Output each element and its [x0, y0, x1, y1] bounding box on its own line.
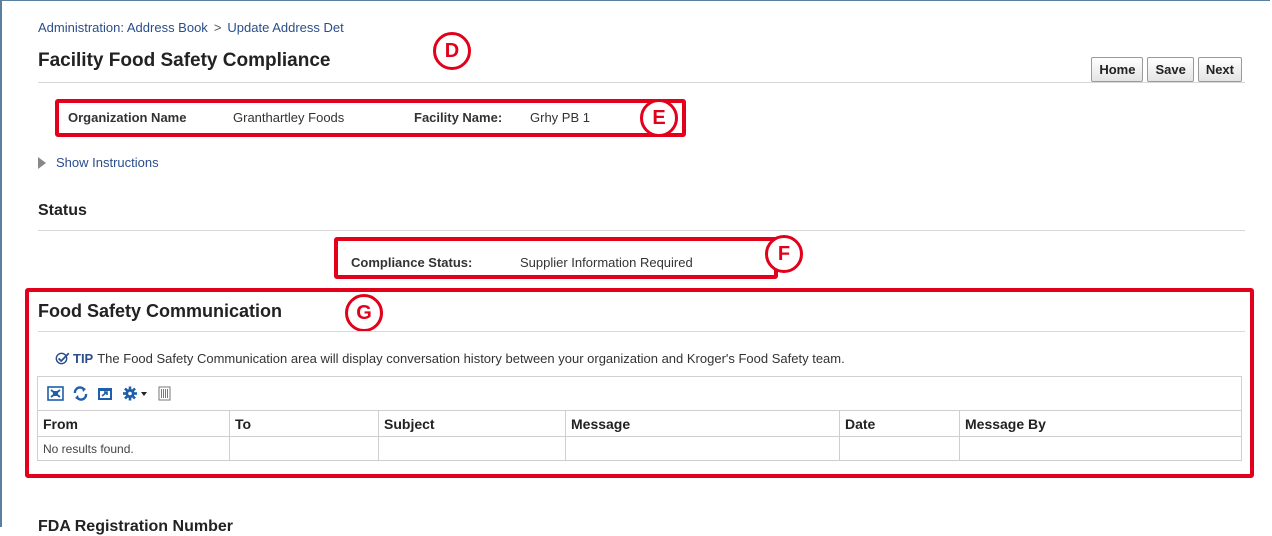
breadcrumb-link-update-address[interactable]: Update Address Det [227, 20, 343, 35]
settings-gear-icon[interactable] [122, 386, 148, 401]
column-header-from[interactable]: From [37, 410, 230, 437]
tip-text: The Food Safety Communication area will … [97, 351, 845, 366]
column-header-message[interactable]: Message [565, 410, 840, 437]
next-button[interactable]: Next [1197, 57, 1242, 82]
fda-registration-heading: FDA Registration Number [38, 518, 233, 535]
communication-divider [38, 331, 1245, 332]
callout-d: D [433, 32, 471, 70]
table-toolbar [37, 376, 1242, 410]
no-results-cell: No results found. [37, 436, 230, 461]
table-cell [839, 436, 960, 461]
show-instructions-toggle[interactable]: Show Instructions [38, 155, 159, 170]
compliance-status-label: Compliance Status: [351, 255, 473, 270]
status-heading: Status [38, 202, 87, 219]
table-cell [959, 436, 1242, 461]
column-header-subject[interactable]: Subject [378, 410, 566, 437]
column-header-date[interactable]: Date [839, 410, 960, 437]
callout-g: G [345, 294, 383, 332]
compliance-status-value: Supplier Information Required [520, 255, 693, 270]
tip-label: TIP [73, 351, 94, 366]
title-divider [38, 82, 1245, 83]
communication-table: From To Subject Message Date Message By … [37, 410, 1242, 461]
refresh-icon[interactable] [72, 386, 89, 401]
tip-message: TIP The Food Safety Communication area w… [55, 351, 845, 366]
breadcrumb: Administration: Address Book > Update Addr… [38, 20, 344, 35]
column-header-message-by[interactable]: Message By [959, 410, 1242, 437]
organization-name-label: Organization Name [68, 110, 187, 125]
detach-icon[interactable] [47, 386, 64, 401]
status-divider [38, 230, 1245, 231]
facility-name-value: Grhy PB 1 [530, 110, 590, 125]
breadcrumb-link-address-book[interactable]: Administration: Address Book [38, 20, 208, 35]
callout-f: F [765, 235, 803, 273]
save-button[interactable]: Save [1147, 57, 1194, 82]
disclosure-triangle-icon [38, 156, 46, 169]
column-header-to[interactable]: To [229, 410, 379, 437]
columns-icon[interactable] [156, 386, 173, 401]
facility-name-label: Facility Name: [414, 110, 503, 125]
page-title: Facility Food Safety Compliance [38, 50, 331, 71]
table-cell [229, 436, 379, 461]
table-cell [378, 436, 566, 461]
table-row: No results found. [37, 436, 1242, 461]
show-instructions-label[interactable]: Show Instructions [56, 155, 159, 170]
export-icon[interactable] [97, 386, 114, 401]
callout-e: E [640, 99, 678, 137]
tip-check-icon [55, 352, 70, 365]
table-header-row: From To Subject Message Date Message By [37, 410, 1242, 437]
breadcrumb-separator: > [213, 20, 222, 35]
table-cell [565, 436, 840, 461]
home-button[interactable]: Home [1091, 57, 1144, 82]
page-actions: Home Save Next [1091, 57, 1242, 82]
food-safety-communication-heading: Food Safety Communication [38, 301, 283, 321]
organization-name-value: Granthartley Foods [233, 110, 345, 125]
